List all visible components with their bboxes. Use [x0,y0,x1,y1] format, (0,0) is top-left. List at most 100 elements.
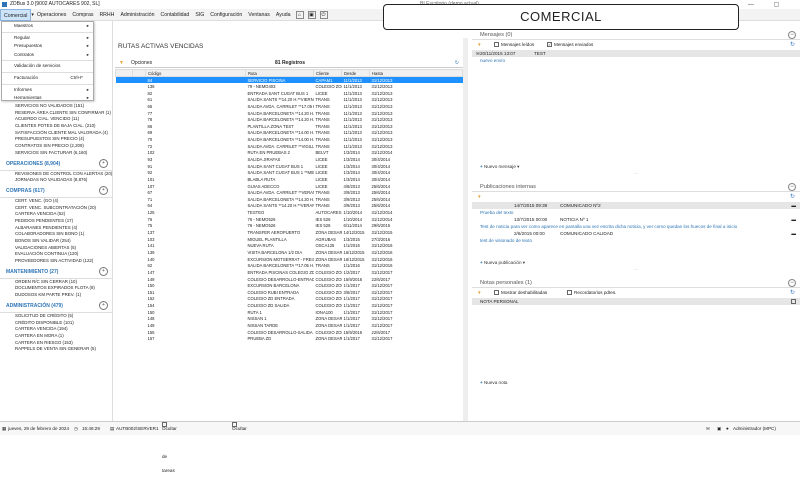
table-row[interactable]: 152 COLEGIO ZD ENTRADA COLEGIO ZONA DESARR… [116,296,463,303]
menu-configuracion[interactable]: Configuración [207,9,245,21]
column-header[interactable]: Hasta [369,69,463,77]
sidebar-item[interactable]: ACUERDO CIAL. VENCIDO (11) [0,116,112,123]
sidebar-item[interactable]: CARTERA EN RIESGO (153) [0,340,112,347]
filter-icon[interactable]: ▼ [477,288,482,298]
print-icon[interactable]: ▬ [791,230,796,237]
table-row[interactable]: 92 SALIDA SANT CUGAT BUS 1 **MIERCOLES**L… [116,169,463,176]
options-button[interactable]: Opciones [131,59,152,68]
chk-mensajes-leidos[interactable]: Mensajes leídos [494,40,534,50]
menu-contabilidad[interactable]: Contabilidad [157,9,192,21]
note-row[interactable]: NOTA PERSONAL [472,298,800,305]
sidebar-item[interactable]: PEDIDOS PENDIENTES (17) [0,218,112,225]
sidebar-item[interactable]: VALIDACIONES ABIERTAS (5) [0,245,112,252]
menu-compras[interactable]: Compras [69,9,96,21]
refresh-icon[interactable]: ↻ [790,288,795,298]
table-row[interactable]: 65 SALIDA AVDA. CARRILET **17.05 H.** TRAN… [116,103,463,110]
print-icon[interactable]: ▬ [791,216,796,223]
table-row[interactable]: 72 SALIDA AVDA. CARRILET **VIGILIAS**TRAN… [116,143,463,150]
table-row[interactable]: 157 PRUEBA ZD ZONA DESARROLLO, SL1/1/2017 3… [116,335,463,342]
table-row[interactable]: 125 TESTEO AUTOCARES JUAN1/10/2014 31/12/20… [116,209,463,216]
dropdown-item[interactable]: Presupuestos ▸ [2,42,93,51]
menu-operaciones[interactable]: Operaciones [34,9,69,21]
menu-rrhh[interactable]: RRHH [96,9,117,21]
note-checkbox[interactable] [791,299,796,304]
sidebar-item[interactable]: CERT. VENC. (GO (4) [0,198,112,205]
table-row[interactable]: 82 ENTRADA SANT CUGAT BUS 1 LICEE 11/1/2013… [116,90,463,97]
sidebar-item[interactable]: CARTERA EN MORA (1) [0,333,112,340]
column-header[interactable]: Código [145,69,246,77]
menu-administracion[interactable]: Administración [117,9,157,21]
chk-recordatorios[interactable]: Recordatorios pdtes. [567,288,616,298]
refresh-icon[interactable]: ↻ [455,59,459,68]
table-row[interactable]: 148 NISSAN 1 ZONA DESARROLLO, SL1/1/2017 31… [116,316,463,323]
sidebar-item[interactable]: ALBARANES PENDIENTES (4) [0,225,112,232]
sidebar-item[interactable]: CRÉDITO DISPONIBLE (101) [0,320,112,327]
expand-icon[interactable]: + [99,266,108,276]
table-row[interactable]: 139 VISITA BARCELONA 1/2 DIA ZONA DESARROL… [116,249,463,256]
routes-scrollbar[interactable] [463,38,468,421]
mail-icon[interactable]: ✉ [706,422,710,436]
splitter[interactable]: ··· [472,171,800,182]
section-mantenimiento[interactable]: MANTENIMIENTO (27) + [0,265,112,279]
collapse-icon[interactable]: − [788,183,796,191]
message-row[interactable]: ✉ 20/11/2015 13:07 TEST [472,50,800,57]
expand-icon[interactable]: + [99,300,108,310]
sidebar-item[interactable]: PRESUPUESTOS SIN PRECIO (4) [0,136,112,143]
table-row[interactable]: 141 NUEVA RUTA OSCA125 1/1/2016 31/12/2016 [116,243,463,250]
table-row[interactable]: 154 COLEGIO ZD SALIDA COLEGIO ZONA DESARRO… [116,302,463,309]
column-header[interactable]: Ruta [245,69,314,77]
table-row[interactable]: 107 GUIAS ADECCO LICEE 4/8/2013 25/6/2014 [116,183,463,190]
column-header[interactable]: Cliente [313,69,342,77]
table-row[interactable]: 149 COLEGIO DESARROLLO-ENTRADACOLEGIO ZON… [116,276,463,283]
sidebar-item[interactable]: RAPPELS DE VENTA SIN GENERAR (5) [0,346,112,353]
sidebar-item[interactable]: REVISIONES DE CONTROL CON ALERTAS (20) [0,171,112,178]
sidebar-item[interactable]: CLIENTES POTES DE BAJA CIAL. (210) [0,123,112,130]
expand-icon[interactable]: + [99,158,108,168]
table-row[interactable]: 71 SALIDA BARCELONETA **14.20 H.**VERANO*… [116,196,463,203]
table-row[interactable]: 149 NISSAN TARDE ZONA DESARROLLO, SL1/1/20… [116,322,463,329]
sidebar-item[interactable]: CONTRATOS SIN PRECIO (2,209) [0,143,112,150]
table-row[interactable]: 61 SALIDA SANTS **14.20 H.**VIERNES**TRAN… [116,96,463,103]
new-note-button[interactable]: + Nueva nota [480,379,507,387]
section-compras[interactable]: COMPRAS (617) + [0,184,112,198]
table-row[interactable]: 77 SALIDA BARCELONETA **14.20 H.**VIERNES… [116,110,463,117]
sidebar-item[interactable]: DOCUMENTOS EXPIRADOS FLOTA (8) [0,285,112,292]
table-row[interactable]: 136 79 - NEMO403 COLEGIO ZONA DESARROLLO11… [116,83,463,90]
chk-mostrar-deshabilitadas[interactable]: Mostrar deshabilitadas [494,288,547,298]
filter-icon[interactable]: ▼ [119,59,124,68]
table-row[interactable]: 137 TRANSFER AEROPUERTO ZONA DESARROLLO, S… [116,229,463,236]
table-row[interactable]: 102 RUTA EN PRUEBAS 2 BELVT 1/3/2014 31/12/2… [116,150,463,157]
table-row[interactable]: 70 SALIDA BARCELONETA **14.00 H.**VIGILIA… [116,136,463,143]
message-subject[interactable]: nuevo envío [472,57,800,64]
dropdown-item[interactable]: Informes ▸ [2,86,93,95]
filter-icon[interactable]: ▼ [477,192,482,202]
table-row[interactable]: 67 SALIDA AVDA. CARRILET **VERANO**TRANS 3… [116,189,463,196]
print-icon[interactable]: ▬ [791,202,796,209]
new-publication-button[interactable]: + Nueva publicación ▾ [480,259,525,267]
sidebar-item[interactable]: EVALUACIÓN CONTINUA (120) [0,251,112,258]
collapse-icon[interactable]: − [788,279,796,287]
chk-mensajes-enviados[interactable]: ✓ Mensajes enviados [547,40,593,50]
section-administracion[interactable]: ADMINISTRACIÓN (479) + [0,299,112,313]
sidebar-item[interactable]: SERVICIOS SIN FACTURAR (6,160) [0,150,112,157]
table-row[interactable]: 103 MIGUEL PLANTILLA AGRUBAS 1/3/2015 27/3/2… [116,236,463,243]
table-row[interactable]: 91 SALIDA SANT CUGAT BUS 1 LICEE 1/3/2014 30… [116,163,463,170]
table-row[interactable]: 76 76 - NEMO526 IES 526 1/10/2014 31/12/2014 [116,216,463,223]
expand-icon[interactable]: + [99,185,108,195]
table-row[interactable]: 150 EXCURSION BARCELONA COLEGIO ZONA DESAR… [116,282,463,289]
table-row[interactable]: 86 PLANTILLA ZONA TEST TRANS 11/1/2013 31/12… [116,123,463,130]
sidebar-item[interactable]: COLABORADORES SIN BONO (1) [0,231,112,238]
sidebar-item[interactable]: CARTERA VENCIDA (194) [0,326,112,333]
sidebar-item[interactable]: RESERVA ÁREA CLIENTE SIN CONFIRMAR (1) [0,110,112,117]
lock-icon[interactable]: ▣ [717,422,721,436]
home-icon[interactable]: ⌂ [295,10,304,19]
dropdown-item[interactable]: Regular ▸ [2,34,93,43]
menu-sig[interactable]: SIG [192,9,207,21]
table-row[interactable]: 78 SALIDA BARCELONETA **14.20 H.**VIGILIA… [116,116,463,123]
dropdown-item[interactable]: Herramientas ▸ [2,94,93,103]
sidebar-item[interactable]: JORNADAS NO VALIDADAS (8,876) [0,177,112,184]
sidebar-item[interactable]: PROVEEDORES SIN ACTIVIDAD (122) [0,258,112,265]
dropdown-item[interactable]: Facturación Ctrl+F [2,74,93,83]
sidebar-item[interactable]: CERT. VENC. SUBCONTRATACIÓN (20) [0,205,112,212]
publication-row[interactable]: 2/6/2015 00:00 COMUNICADO CALIDAD ▬ [472,230,800,237]
